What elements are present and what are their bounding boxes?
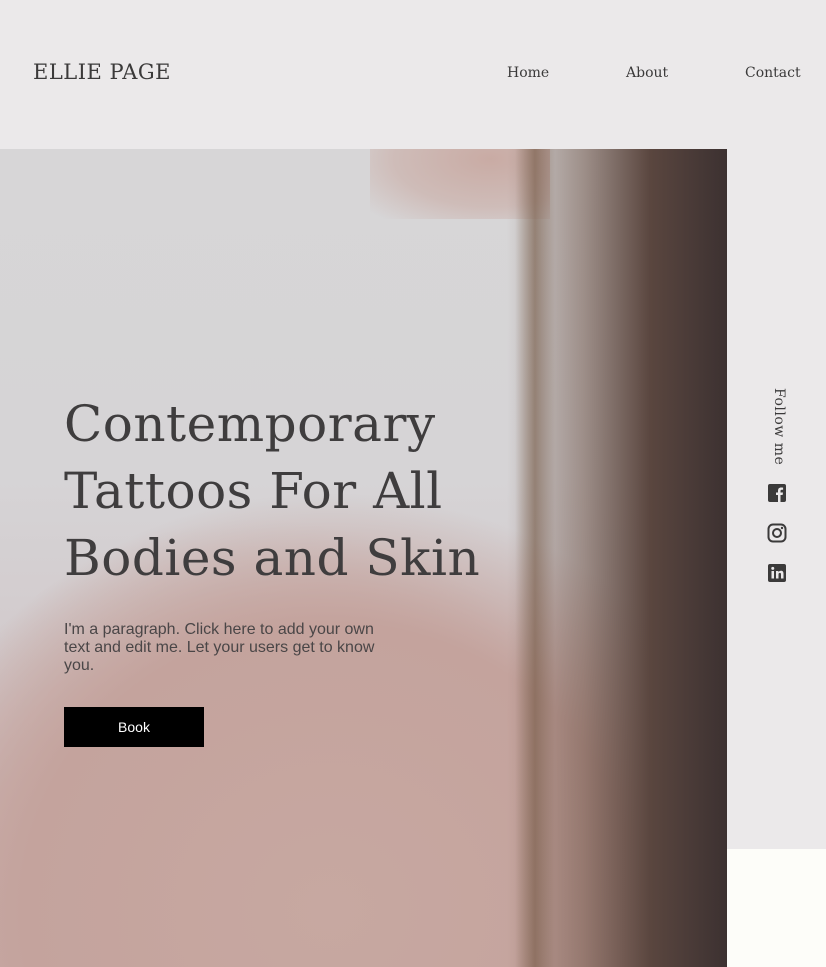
- hero-paragraph: I'm a paragraph. Click here to add your …: [64, 621, 375, 674]
- cream-panel: [727, 849, 826, 967]
- nav-about-link[interactable]: About: [626, 65, 668, 81]
- site-header: ELLIE PAGE Home About Contact: [0, 0, 826, 149]
- nav-contact-link[interactable]: Contact: [745, 65, 801, 81]
- site-logo[interactable]: ELLIE PAGE: [33, 60, 171, 84]
- hero-title: Contemporary Tattoos For All Bodies and …: [64, 395, 481, 587]
- facebook-icon[interactable]: [767, 483, 787, 503]
- book-button[interactable]: Book: [64, 707, 204, 747]
- follow-me-label: Follow me: [771, 388, 787, 466]
- instagram-icon[interactable]: [767, 523, 787, 543]
- nav-home-link[interactable]: Home: [507, 65, 549, 81]
- linkedin-icon[interactable]: [767, 563, 787, 583]
